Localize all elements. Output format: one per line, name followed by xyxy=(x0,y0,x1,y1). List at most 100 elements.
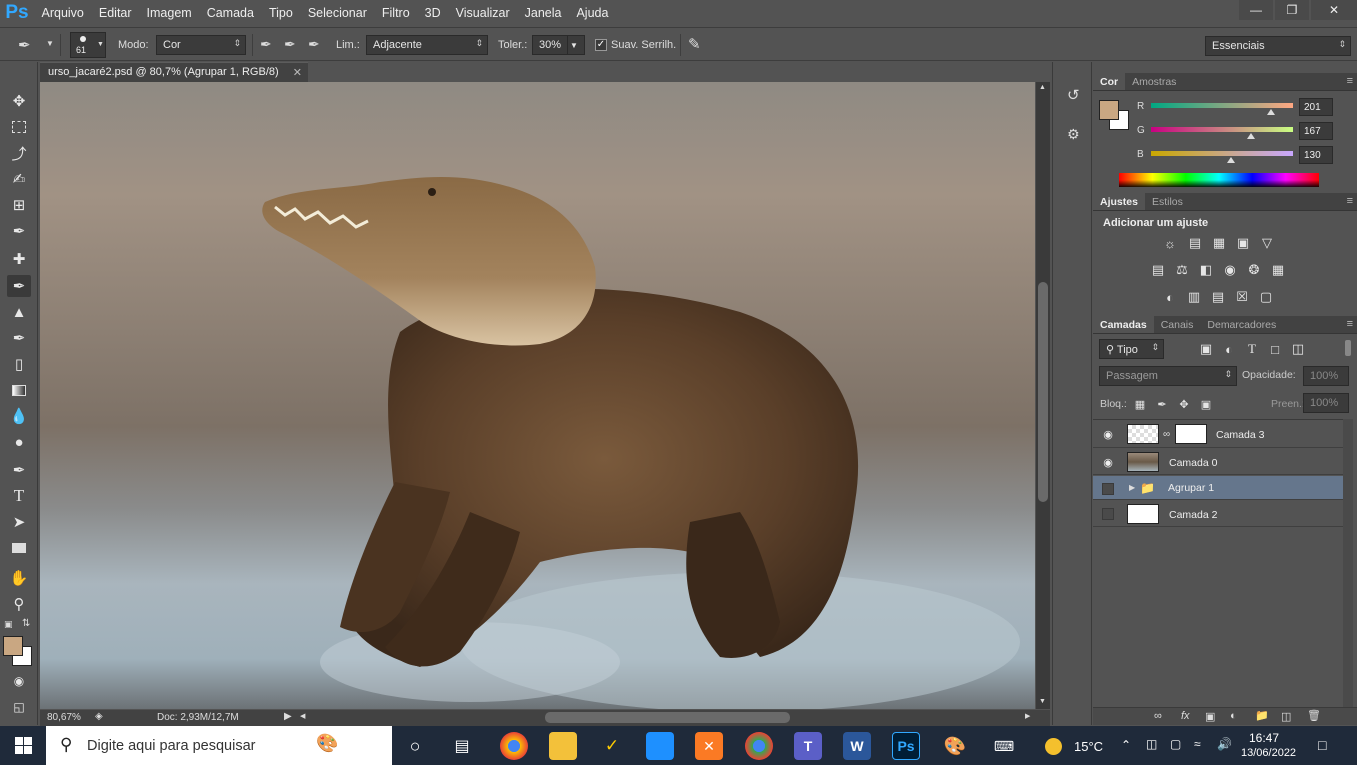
green-knob[interactable] xyxy=(1247,133,1255,139)
visibility-toggle[interactable] xyxy=(1102,483,1114,495)
minimize-button[interactable]: — xyxy=(1239,0,1273,20)
filter-toggle[interactable] xyxy=(1345,340,1351,356)
blue-value[interactable]: 130 xyxy=(1299,146,1333,164)
layer-style-icon[interactable]: fx xyxy=(1181,710,1190,722)
dodge-tool-icon[interactable]: ● xyxy=(7,431,31,453)
canvas[interactable] xyxy=(40,82,1035,709)
new-layer-icon[interactable]: ◫ xyxy=(1281,710,1291,723)
blur-tool-icon[interactable]: 💧 xyxy=(7,405,31,427)
meet-now-icon[interactable]: ◫ xyxy=(1146,737,1157,751)
quick-mask-icon[interactable]: ◉ xyxy=(7,670,31,692)
eye-icon[interactable]: ◉ xyxy=(1101,427,1115,441)
volume-icon[interactable]: 🔊 xyxy=(1217,737,1232,751)
invert-icon[interactable]: ◐ xyxy=(1161,289,1179,305)
green-value[interactable]: 167 xyxy=(1299,122,1333,140)
properties-panel-icon[interactable]: ⚙ xyxy=(1067,126,1080,143)
red-value[interactable]: 201 xyxy=(1299,98,1333,116)
xampp-icon[interactable]: ✕ xyxy=(695,732,723,760)
widgets-icon[interactable]: ▤ xyxy=(448,732,476,760)
panel-menu-icon[interactable]: ≡ xyxy=(1347,318,1353,330)
screen-mode-icon[interactable]: ◱ xyxy=(7,696,31,718)
levels-icon[interactable]: ▤ xyxy=(1186,235,1204,251)
vibrance-icon[interactable]: ▽ xyxy=(1258,235,1276,251)
wifi-icon[interactable]: ≈ xyxy=(1194,737,1201,751)
blue-knob[interactable] xyxy=(1227,157,1235,163)
tab-paths[interactable]: Demarcadores xyxy=(1200,316,1283,333)
new-group-icon[interactable]: 📁 xyxy=(1255,709,1269,722)
quick-selection-tool-icon[interactable]: ✍ xyxy=(7,168,31,190)
link-layers-icon[interactable]: ∞ xyxy=(1154,710,1162,722)
weather-icon[interactable] xyxy=(1045,738,1062,755)
lasso-tool-icon[interactable]: ⤴ xyxy=(7,142,31,164)
norton-icon[interactable]: ✓ xyxy=(598,732,626,760)
scroll-up-icon[interactable]: ▲ xyxy=(1039,84,1046,91)
filter-adjustment-icon[interactable]: ◐ xyxy=(1220,341,1238,357)
path-selection-tool-icon[interactable]: ➤ xyxy=(7,511,31,533)
posterize-icon[interactable]: ▥ xyxy=(1185,289,1203,305)
add-mask-icon[interactable]: ▣ xyxy=(1205,710,1215,723)
foreground-color-swatch[interactable] xyxy=(3,636,23,656)
tool-preset-arrow-icon[interactable]: ▼ xyxy=(46,39,54,48)
brightness-contrast-icon[interactable]: ☼ xyxy=(1161,235,1179,251)
menu-filtro[interactable]: Filtro xyxy=(374,0,417,26)
layer-row[interactable]: ◉ ∞ Camada 3 xyxy=(1093,421,1343,448)
horizontal-scroll-thumb[interactable] xyxy=(545,712,790,723)
lock-transparency-icon[interactable]: ▦ xyxy=(1131,396,1149,412)
start-button[interactable] xyxy=(0,726,46,765)
tab-adjustments[interactable]: Ajustes xyxy=(1093,193,1145,210)
hue-saturation-icon[interactable]: ▤ xyxy=(1149,262,1167,278)
tolerance-dropdown[interactable]: ▼ xyxy=(567,35,585,55)
gradient-tool-icon[interactable] xyxy=(7,379,31,401)
close-tab-icon[interactable]: ✕ xyxy=(293,66,302,79)
layers-scrollbar[interactable] xyxy=(1343,419,1353,709)
filter-shape-icon[interactable]: □ xyxy=(1266,341,1284,357)
search-highlight-icon[interactable]: 🎨 xyxy=(316,733,338,754)
curves-icon[interactable]: ▦ xyxy=(1210,235,1228,251)
eyedropper-tool-icon[interactable]: ✒ xyxy=(7,220,31,242)
battery-icon[interactable]: ▢ xyxy=(1170,737,1181,751)
vertical-scrollbar[interactable]: ▲ ▼ xyxy=(1036,82,1050,709)
filter-pixel-icon[interactable]: ▣ xyxy=(1197,341,1215,357)
color-balance-icon[interactable]: ⚖ xyxy=(1173,262,1191,278)
temperature[interactable]: 15°C xyxy=(1074,739,1103,754)
threshold-icon[interactable]: ▤ xyxy=(1209,289,1227,305)
menu-camada[interactable]: Camada xyxy=(199,0,261,26)
layer-row[interactable]: ▶ 📁 Agrupar 1 xyxy=(1093,476,1343,500)
notifications-icon[interactable]: □ xyxy=(1318,737,1326,753)
workspace-select[interactable]: Essenciais ⇕ xyxy=(1205,36,1351,56)
zoom-level[interactable]: 80,67% xyxy=(47,712,81,723)
opacity-input[interactable]: 100% xyxy=(1303,366,1349,386)
new-adjustment-icon[interactable]: ◐ xyxy=(1230,710,1237,722)
menu-tipo[interactable]: Tipo xyxy=(261,0,300,26)
eye-icon[interactable]: ◉ xyxy=(1101,455,1115,469)
photo-filter-icon[interactable]: ◉ xyxy=(1221,262,1239,278)
rectangle-tool-icon[interactable] xyxy=(7,537,31,559)
history-brush-tool-icon[interactable]: ✒ xyxy=(7,327,31,349)
eraser-tool-icon[interactable]: ▯ xyxy=(7,353,31,375)
lock-all-icon[interactable]: ▣ xyxy=(1197,396,1215,412)
clock-time[interactable]: 16:47 xyxy=(1243,731,1285,745)
chrome-profile-icon[interactable] xyxy=(745,732,773,760)
menu-imagem[interactable]: Imagem xyxy=(139,0,199,26)
crop-tool-icon[interactable]: ⊞ xyxy=(7,194,31,216)
keyboard-icon[interactable]: ⌨ xyxy=(990,732,1018,760)
taskbar-search[interactable]: ⚲ Digite aqui para pesquisar 🎨 xyxy=(46,726,392,765)
layer-row[interactable]: ◉ Camada 0 xyxy=(1093,449,1343,475)
sampling-once-icon[interactable]: ✒ xyxy=(284,36,296,53)
type-tool-icon[interactable]: T xyxy=(7,485,31,507)
channel-mixer-icon[interactable]: ❂ xyxy=(1245,262,1263,278)
panel-menu-icon[interactable]: ≡ xyxy=(1347,195,1353,207)
blue-track[interactable] xyxy=(1151,151,1293,156)
tablet-pressure-icon[interactable]: ✎ xyxy=(688,35,701,53)
tab-styles[interactable]: Estilos xyxy=(1145,193,1190,210)
history-panel-icon[interactable]: ↺ xyxy=(1067,86,1080,104)
link-icon[interactable]: ∞ xyxy=(1163,429,1170,440)
layer-mask-thumbnail[interactable] xyxy=(1175,424,1207,444)
black-white-icon[interactable]: ◧ xyxy=(1197,262,1215,278)
red-track[interactable] xyxy=(1151,103,1293,108)
tab-channels[interactable]: Canais xyxy=(1154,316,1201,333)
red-knob[interactable] xyxy=(1267,109,1275,115)
filter-smart-object-icon[interactable]: ◫ xyxy=(1289,341,1307,357)
teams-icon[interactable]: T xyxy=(794,732,822,760)
menu-3d[interactable]: 3D xyxy=(417,0,448,26)
